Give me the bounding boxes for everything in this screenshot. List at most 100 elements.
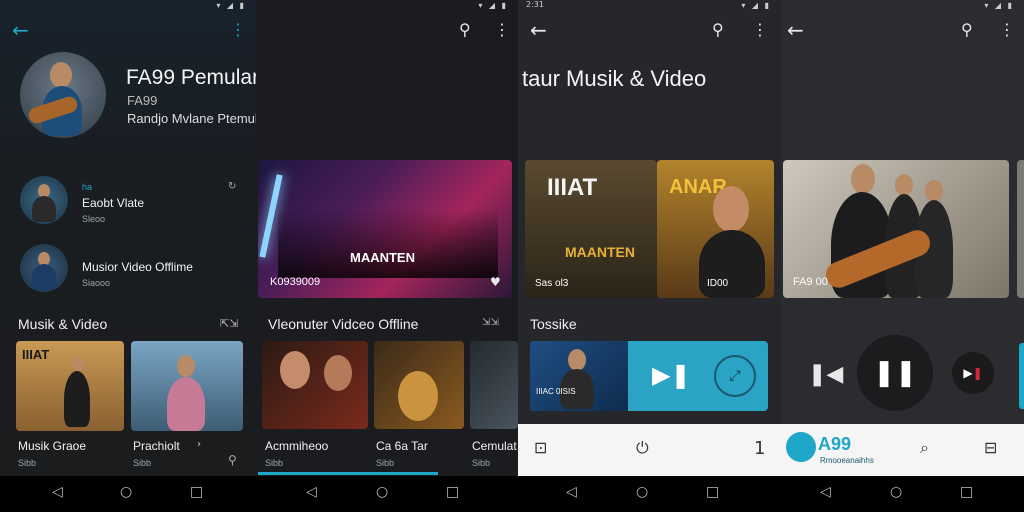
status-time: 2:31 — [526, 0, 544, 9]
nav-back-icon[interactable]: ◁ — [820, 484, 831, 500]
status-icons: ▾ ◢ ▮ — [478, 1, 508, 10]
brand-tagline: Rmooeanaihhs — [820, 456, 874, 465]
card-title: Cemulat — [472, 439, 517, 453]
list-item-sub: Siaooo — [82, 278, 111, 288]
play-pause-button[interactable]: ❚❚ — [857, 335, 933, 411]
instrument-shape — [398, 371, 438, 421]
screen-artist-profile: ▾ ◢ ▮ ← ⋮ FA99 Pemular Video Offline Ter… — [0, 0, 256, 476]
featured-art-text: IIIAT — [547, 174, 598, 201]
list-item[interactable]: ha Eaobt Vlate Sleoo ↻ — [0, 170, 256, 230]
search-icon[interactable]: ⚲ — [961, 22, 973, 38]
list-item-thumb — [20, 244, 68, 292]
status-icons: ▾ ◢ ▮ — [984, 1, 1014, 10]
expand-icon[interactable]: ⇲⇲ — [482, 318, 499, 328]
featured-meta: K0939009 — [270, 276, 321, 288]
avatar-head — [50, 62, 72, 88]
mini-player[interactable]: IIIAC 0ISIS ▶❚ ⤢ — [530, 341, 768, 411]
section-title: Vleonuter Vidceo Offline — [268, 316, 419, 332]
thumb-head — [280, 351, 310, 389]
more-vert-icon[interactable]: ⋮ — [494, 22, 510, 38]
screen-title: taur Musik & Video — [522, 66, 707, 91]
power-icon[interactable]: ⏻ — [636, 438, 649, 458]
card-sub: Sibb — [18, 458, 37, 468]
thumb-head — [851, 164, 875, 194]
list-item-tag: ha — [82, 182, 93, 192]
video-card-thumb[interactable] — [262, 341, 368, 429]
status-icons: ▾ ◢ ▮ — [741, 1, 771, 10]
video-card-thumb[interactable]: IIIAT — [16, 341, 124, 431]
chat-icon[interactable]: ⌕ — [920, 438, 929, 458]
nav-home-icon[interactable]: ○ — [890, 484, 902, 500]
screen-video-browse: ▾ ◢ ▮ ⚲ ⋮ MAANTEN K0939009 ♥ Vleonuter V… — [256, 0, 518, 476]
arrow-right-icon[interactable]: › — [197, 440, 201, 450]
skip-next-icon[interactable]: ▶❚ — [652, 363, 691, 387]
profile-title: FA99 Pemular Video Offline Terbaikt — [126, 66, 256, 89]
thumb-head — [895, 174, 913, 196]
side-tab[interactable] — [1019, 343, 1024, 409]
mini-player-caption: IIIAC 0ISIS — [536, 387, 576, 396]
nav-home-icon[interactable]: ○ — [636, 484, 648, 500]
bottom-app-bar: ⊡ ⏻ 1 A99 Rmooeanaihhs ⌕ ⊟ — [518, 424, 1024, 476]
brand-logo-icon — [786, 432, 816, 462]
nav-back-icon[interactable]: ◁ — [306, 484, 317, 500]
bottom-count: 1 — [754, 438, 766, 459]
nav-home-icon[interactable]: ○ — [376, 484, 388, 500]
more-vert-icon[interactable]: ⋮ — [752, 22, 768, 38]
featured-video-thumb[interactable]: FA9 00 — [783, 160, 1009, 298]
featured-caption: MAANTEN — [565, 244, 635, 260]
list-item[interactable]: Musior Video Offlime Siaooo — [0, 240, 256, 300]
list-item-title: Musior Video Offlime — [82, 260, 193, 274]
card-sub: Sibb — [376, 458, 395, 468]
nav-back-icon[interactable]: ◁ — [52, 484, 63, 500]
status-bar: ▾ ◢ ▮ — [781, 0, 1024, 10]
thumb-head — [713, 186, 749, 232]
expand-player-button[interactable]: ⤢ — [714, 355, 756, 397]
brand-name: A99 — [818, 434, 852, 454]
nav-recents-icon[interactable]: □ — [960, 484, 973, 500]
skip-next-button[interactable]: ▶ ❚ — [952, 352, 994, 394]
library-icon[interactable]: ⊡ — [534, 438, 547, 457]
featured-meta: ID00 — [707, 278, 729, 289]
search-icon[interactable]: ⚲ — [712, 22, 724, 38]
card-art-text: IIIAT — [22, 347, 50, 362]
card-title: Prachiolt — [133, 439, 180, 453]
list-item-sub: Sleoo — [82, 214, 106, 224]
nav-back-icon[interactable]: ◁ — [566, 484, 577, 500]
nav-recents-icon[interactable]: □ — [190, 484, 203, 500]
app-screens-montage: ▾ ◢ ▮ ← ⋮ FA99 Pemular Video Offline Ter… — [0, 0, 1024, 512]
folder-icon[interactable]: ⊟ — [984, 438, 997, 457]
status-bar: 2:31 ▾ ◢ ▮ — [518, 0, 781, 10]
featured-video-thumb[interactable]: ANAR ID00 — [657, 160, 774, 298]
heart-icon[interactable]: ♥ — [490, 276, 501, 288]
list-item-thumb — [20, 176, 68, 224]
nav-recents-icon[interactable]: □ — [706, 484, 719, 500]
expand-icon[interactable]: ⇱⇲ — [220, 318, 238, 329]
video-card-thumb[interactable] — [1017, 160, 1024, 298]
featured-video-thumb[interactable]: IIIAT MAANTEN Sas ol3 — [525, 160, 657, 298]
video-card-thumb[interactable] — [374, 341, 464, 429]
nav-home-icon[interactable]: ○ — [120, 484, 132, 500]
skip-previous-icon[interactable]: ❚◀ — [808, 364, 843, 386]
card-sub: Sibb — [472, 458, 491, 468]
progress-bar — [258, 472, 438, 475]
arrow-back-icon[interactable]: ← — [787, 20, 804, 40]
more-vert-icon[interactable]: ⋮ — [999, 22, 1015, 38]
arrow-back-icon[interactable]: ← — [530, 20, 547, 40]
card-sub: Sibb — [133, 458, 152, 468]
status-icons: ▾ ◢ ▮ — [216, 1, 246, 10]
nav-recents-icon[interactable]: □ — [446, 484, 459, 500]
card-title: Musik Graoe — [18, 439, 87, 453]
system-nav-bar: ◁ ○ □ ◁ ○ □ ◁ ○ □ ◁ ○ □ — [0, 476, 1024, 512]
thumb-body — [167, 377, 205, 431]
search-icon[interactable]: ⚲ — [459, 22, 471, 38]
arrow-back-icon[interactable]: ← — [12, 20, 29, 40]
more-vert-icon[interactable]: ⋮ — [230, 22, 246, 38]
mini-player-thumb: IIIAC 0ISIS — [530, 341, 628, 411]
search-icon[interactable]: ⚲ — [228, 454, 237, 466]
video-card-thumb[interactable] — [131, 341, 243, 431]
repeat-icon[interactable]: ↻ — [228, 182, 236, 192]
featured-video-thumb[interactable]: MAANTEN K0939009 ♥ — [258, 160, 512, 298]
thumb-head — [925, 180, 943, 202]
band-silhouettes — [278, 208, 498, 278]
video-card-thumb[interactable] — [470, 341, 518, 429]
